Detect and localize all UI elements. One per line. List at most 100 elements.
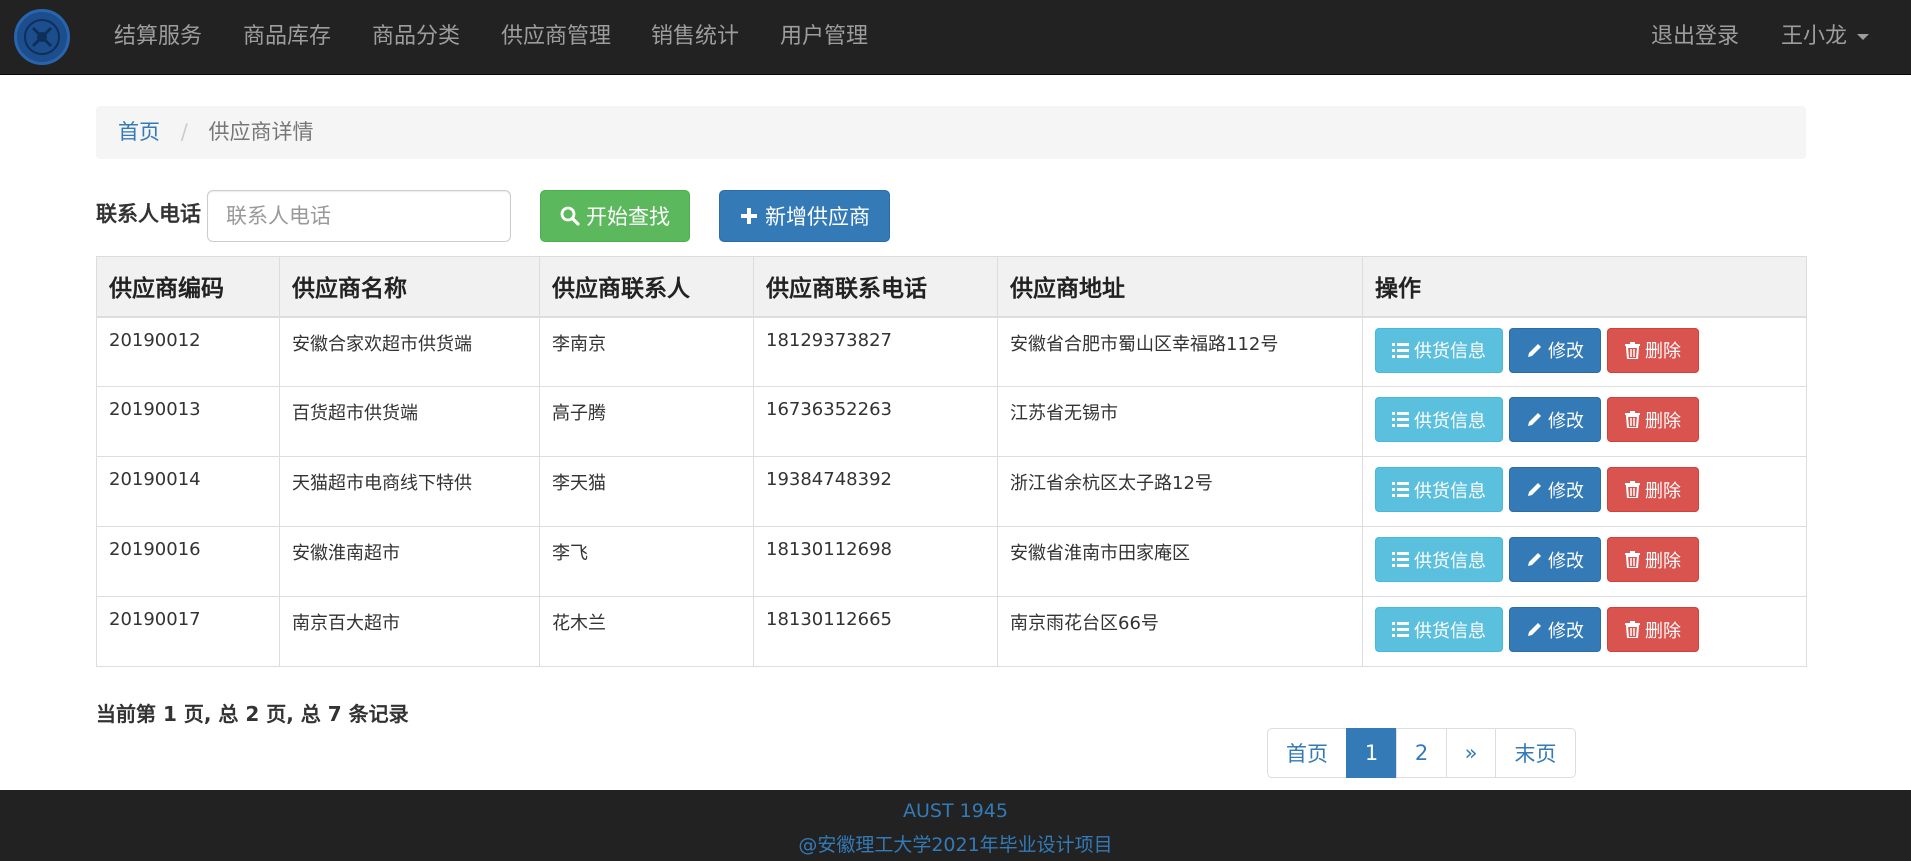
- supply-info-button[interactable]: 供货信息: [1375, 397, 1503, 442]
- nav-item-sales-stats[interactable]: 销售统计: [651, 0, 739, 75]
- breadcrumb-separator: /: [180, 120, 188, 144]
- cell-supplier-name: 天猫超市电商线下特供: [279, 456, 540, 527]
- table-row: 20190014 天猫超市电商线下特供 李天猫 19384748392 浙江省余杭区太子…: [96, 456, 1807, 527]
- edit-label: 修改: [1548, 341, 1584, 362]
- cell-supplier-code: 20190016: [96, 526, 280, 597]
- cell-actions: 供货信息 修改 删除: [1362, 596, 1807, 667]
- list-icon: [1392, 482, 1409, 497]
- header-supplier-code: 供应商编码: [96, 256, 280, 318]
- delete-button[interactable]: 删除: [1607, 467, 1699, 512]
- row-actions: 供货信息 修改 删除: [1375, 327, 1794, 373]
- cell-address: 安徽省合肥市蜀山区幸福路112号: [997, 316, 1363, 387]
- cell-phone: 18129373827: [753, 316, 998, 387]
- supply-info-button[interactable]: 供货信息: [1375, 327, 1503, 373]
- top-navbar: 结算服务 商品库存 商品分类 供应商管理 销售统计 用户管理 退出登录 王小龙: [0, 0, 1911, 75]
- cell-address: 安徽省淮南市田家庵区: [997, 526, 1363, 597]
- header-contact: 供应商联系人: [539, 256, 754, 318]
- phone-search-input[interactable]: [207, 190, 511, 242]
- page-first[interactable]: 首页: [1267, 728, 1347, 778]
- cell-supplier-code: 20190012: [96, 316, 280, 387]
- logo-emblem-icon: [24, 19, 60, 55]
- user-dropdown[interactable]: 王小龙: [1781, 0, 1870, 75]
- supply-info-label: 供货信息: [1414, 620, 1486, 642]
- delete-label: 删除: [1645, 410, 1681, 432]
- page-2[interactable]: 2: [1396, 728, 1447, 778]
- cell-supplier-code: 20190017: [96, 596, 280, 667]
- pencil-icon: [1526, 411, 1543, 428]
- user-name: 王小龙: [1781, 24, 1848, 49]
- trash-icon: [1625, 551, 1640, 568]
- cell-supplier-name: 百货超市供货端: [279, 386, 540, 457]
- cell-actions: 供货信息 修改 删除: [1362, 386, 1807, 457]
- supply-info-label: 供货信息: [1414, 410, 1486, 432]
- pagination-summary: 当前第 1 页, 总 2 页, 总 7 条记录: [96, 702, 409, 726]
- delete-button[interactable]: 删除: [1607, 327, 1699, 373]
- footer-line-2: @安徽理工大学2021年毕业设计项目: [798, 834, 1113, 856]
- breadcrumb: 首页 / 供应商详情: [96, 106, 1806, 159]
- trash-icon: [1625, 621, 1640, 638]
- page-next[interactable]: »: [1446, 728, 1496, 778]
- nav-item-category[interactable]: 商品分类: [372, 0, 460, 75]
- breadcrumb-current: 供应商详情: [208, 120, 314, 144]
- caret-down-icon: [1857, 34, 1870, 40]
- header-actions: 操作: [1362, 256, 1807, 318]
- table-row: 20190012 安徽合家欢超市供货端 李南京 18129373827 安徽省合肥市蜀山…: [96, 316, 1807, 387]
- logout-link[interactable]: 退出登录: [1651, 0, 1739, 75]
- edit-button[interactable]: 修改: [1509, 327, 1601, 373]
- edit-label: 修改: [1548, 620, 1584, 642]
- cell-address: 浙江省余杭区太子路12号: [997, 456, 1363, 527]
- supplier-table-container: 供应商编码 供应商名称 供应商联系人 供应商联系电话 供应商地址 操作 2019…: [96, 256, 1807, 667]
- edit-button[interactable]: 修改: [1509, 537, 1601, 582]
- edit-button[interactable]: 修改: [1509, 607, 1601, 652]
- cell-actions: 供货信息 修改 删除: [1362, 316, 1807, 387]
- supply-info-button[interactable]: 供货信息: [1375, 467, 1503, 512]
- cell-contact: 高子腾: [539, 386, 754, 457]
- cell-address: 江苏省无锡市: [997, 386, 1363, 457]
- list-icon: [1392, 552, 1409, 567]
- table-row: 20190013 百货超市供货端 高子腾 16736352263 江苏省无锡市 供货信息 修…: [96, 386, 1807, 457]
- trash-icon: [1625, 481, 1640, 498]
- page-last[interactable]: 末页: [1495, 728, 1576, 778]
- table-header-row: 供应商编码 供应商名称 供应商联系人 供应商联系电话 供应商地址 操作: [96, 256, 1807, 318]
- footer-line-1: AUST 1945: [903, 800, 1008, 822]
- nav-item-users[interactable]: 用户管理: [780, 0, 868, 75]
- nav-item-checkout[interactable]: 结算服务: [114, 0, 202, 75]
- breadcrumb-home-link[interactable]: 首页: [118, 120, 160, 144]
- edit-button[interactable]: 修改: [1509, 397, 1601, 442]
- cell-actions: 供货信息 修改 删除: [1362, 526, 1807, 597]
- cell-phone: 18130112698: [753, 526, 998, 597]
- nav-item-inventory[interactable]: 商品库存: [243, 0, 331, 75]
- delete-label: 删除: [1645, 620, 1681, 642]
- row-actions: 供货信息 修改 删除: [1375, 467, 1794, 512]
- supply-info-label: 供货信息: [1414, 550, 1486, 572]
- delete-label: 删除: [1645, 341, 1681, 362]
- row-actions: 供货信息 修改 删除: [1375, 397, 1794, 442]
- table-row: 20190016 安徽淮南超市 李飞 18130112698 安徽省淮南市田家庵区 供货信…: [96, 526, 1807, 597]
- pencil-icon: [1526, 342, 1543, 359]
- cell-supplier-code: 20190013: [96, 386, 280, 457]
- nav-item-supplier[interactable]: 供应商管理: [501, 0, 611, 75]
- search-button[interactable]: 开始查找: [540, 190, 690, 242]
- delete-button[interactable]: 删除: [1607, 607, 1699, 652]
- supply-info-button[interactable]: 供货信息: [1375, 537, 1503, 582]
- edit-button[interactable]: 修改: [1509, 467, 1601, 512]
- university-logo[interactable]: [14, 9, 70, 65]
- cell-actions: 供货信息 修改 删除: [1362, 456, 1807, 527]
- table-body: 20190012 安徽合家欢超市供货端 李南京 18129373827 安徽省合肥市蜀山…: [96, 316, 1807, 667]
- page-1[interactable]: 1: [1346, 728, 1397, 778]
- supply-info-button[interactable]: 供货信息: [1375, 607, 1503, 652]
- phone-search-label: 联系人电话: [96, 202, 201, 226]
- list-icon: [1392, 412, 1409, 427]
- delete-button[interactable]: 删除: [1607, 537, 1699, 582]
- plus-icon: [739, 206, 759, 226]
- list-icon: [1392, 342, 1409, 358]
- supplier-table: 供应商编码 供应商名称 供应商联系人 供应商联系电话 供应商地址 操作 2019…: [96, 256, 1807, 667]
- cell-contact: 李南京: [539, 316, 754, 387]
- delete-button[interactable]: 删除: [1607, 397, 1699, 442]
- add-supplier-button[interactable]: 新增供应商: [719, 190, 890, 242]
- add-supplier-label: 新增供应商: [765, 205, 870, 229]
- header-address: 供应商地址: [997, 256, 1363, 318]
- cell-phone: 18130112665: [753, 596, 998, 667]
- cell-contact: 李飞: [539, 526, 754, 597]
- cell-supplier-name: 安徽合家欢超市供货端: [279, 316, 540, 387]
